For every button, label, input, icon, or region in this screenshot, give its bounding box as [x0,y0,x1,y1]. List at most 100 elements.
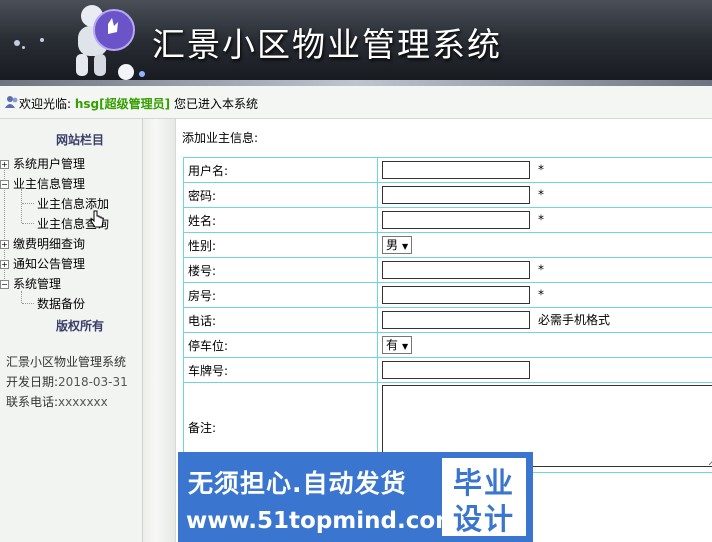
ad-badge-line2: 设计 [452,502,515,536]
field-label: 密码: [183,182,378,208]
frame-divider[interactable] [143,119,176,542]
select-value: 男 [386,238,399,252]
sidebar-item-system-management[interactable]: − 系统管理 [0,275,61,292]
info-label: 联系电话: [6,395,59,409]
sidebar-item-notice-management[interactable]: + 通知公告管理 [0,255,85,272]
info-contact-phone: 联系电话:xxxxxxx [6,393,108,410]
page-title: 添加业主信息: [182,131,259,145]
building-input[interactable] [382,261,530,279]
sidebar-item-data-backup[interactable]: 数据备份 [37,295,85,312]
info-label: 汇景小区物业管理系统 [6,355,127,369]
sidebar-item-system-users[interactable]: + 系统用户管理 [0,155,85,172]
collapse-icon[interactable]: − [0,180,9,189]
gender-select[interactable]: 男 ▼ [382,236,413,254]
sidebar-item-payment-query[interactable]: + 缴费明细查询 [0,235,85,252]
chevron-down-icon: ▼ [402,342,409,351]
parking-select[interactable]: 有 ▼ [382,336,413,354]
expand-icon[interactable]: + [0,160,9,169]
mascot-logo-icon [76,5,145,80]
collapse-icon[interactable]: − [0,280,9,289]
info-value: 2018-03-31 [58,375,128,389]
password-input[interactable] [382,186,530,204]
tree-guide [22,203,34,204]
sidebar-item-label: 系统管理 [13,277,62,291]
info-label: 开发日期: [6,375,59,389]
phone-hint: 必需手机格式 [538,312,611,327]
form-row-username: 用户名: * [183,157,712,183]
form-row-building: 楼号: * [183,257,712,283]
field-cell: * [377,282,712,308]
copyright-heading: 版权所有 [55,319,104,333]
sidebar: 网站栏目 + 系统用户管理 − 业主信息管理 业主信息添加 业主信息查询 + 缴费明细… [0,119,143,542]
info-system-name: 汇景小区物业管理系统 [6,353,126,370]
field-label: 用户名: [183,157,378,183]
field-cell: 必需手机格式 [377,307,712,333]
decor-dot [40,38,44,42]
welcome-username: hsg[超级管理员] [74,97,171,111]
username-input[interactable] [382,161,530,179]
expand-icon[interactable]: + [0,240,9,249]
required-mark: * [538,262,544,277]
form-row-room: 房号: * [183,282,712,308]
form-row-phone: 电话: 必需手机格式 [183,307,712,333]
required-mark: * [538,162,544,177]
ad-url: www.51topmind.com [186,508,460,534]
required-mark: * [538,287,544,302]
decor-dot [14,40,20,46]
field-cell: * [377,157,712,183]
sidebar-item-label: 业主信息添加 [37,197,110,211]
field-label: 停车位: [183,332,378,358]
hand-cursor-icon [90,210,104,228]
name-input[interactable] [382,211,530,229]
welcome-bar: 欢迎光临: hsg[超级管理员] 您已进入本系统 [0,86,712,119]
decor-dot [22,46,25,49]
field-cell: 男 ▼ [377,232,712,258]
expand-icon[interactable]: + [0,260,9,269]
field-label: 车牌号: [183,357,378,383]
form-row-name: 姓名: * [183,207,712,233]
sidebar-item-owner-management[interactable]: − 业主信息管理 [0,175,85,192]
sidebar-item-label: 数据备份 [37,297,86,311]
form-row-plate: 车牌号: [183,357,712,383]
field-label: 楼号: [183,257,378,283]
info-value: xxxxxxx [58,395,108,409]
phone-input[interactable] [382,311,530,330]
tree-guide [22,303,34,304]
room-input[interactable] [382,286,530,304]
tree-guide [22,223,34,224]
welcome-suffix: 您已进入本系统 [173,97,258,111]
required-mark: * [538,187,544,202]
tree-guide [21,189,22,223]
field-cell [377,357,712,383]
field-label: 姓名: [183,207,378,233]
field-cell: * [377,182,712,208]
ad-badge: 毕业 设计 [442,458,526,536]
sidebar-heading: 网站栏目 [55,133,104,147]
sidebar-item-label: 系统用户管理 [13,157,86,171]
tree-guide [21,291,22,303]
select-value: 有 [386,338,399,352]
sidebar-item-label: 缴费明细查询 [13,237,86,251]
chevron-down-icon: ▼ [402,242,409,251]
field-cell: * [377,207,712,233]
sidebar-item-label: 通知公告管理 [13,257,86,271]
field-label: 房号: [183,282,378,308]
required-mark: * [538,212,544,227]
field-cell: 有 ▼ [377,332,712,358]
form-row-gender: 性别: 男 ▼ [183,232,712,258]
header-banner: 汇景小区物业管理系统 [0,0,712,86]
field-label: 电话: [183,307,378,333]
form-row-password: 密码: * [183,182,712,208]
system-title: 汇景小区物业管理系统 [152,25,502,64]
welcome-prefix: 欢迎光临: [19,97,72,111]
field-cell: * [377,257,712,283]
form-row-parking: 停车位: 有 ▼ [183,332,712,358]
plate-input[interactable] [382,361,530,379]
welcome-text: 欢迎光临: hsg[超级管理员] 您已进入本系统 [19,95,258,112]
sidebar-item-label: 业主信息管理 [13,177,86,191]
owner-form: 用户名: * 密码: * 姓名: * 性别: 男 ▼ 楼号: * 房号: * 电话… [183,157,712,473]
info-dev-date: 开发日期:2018-03-31 [6,373,128,390]
user-icon [5,96,18,108]
watermark-ad: 无须担心.自动发货 www.51topmind.com 毕业 设计 [178,452,533,542]
field-label: 性别: [183,232,378,258]
